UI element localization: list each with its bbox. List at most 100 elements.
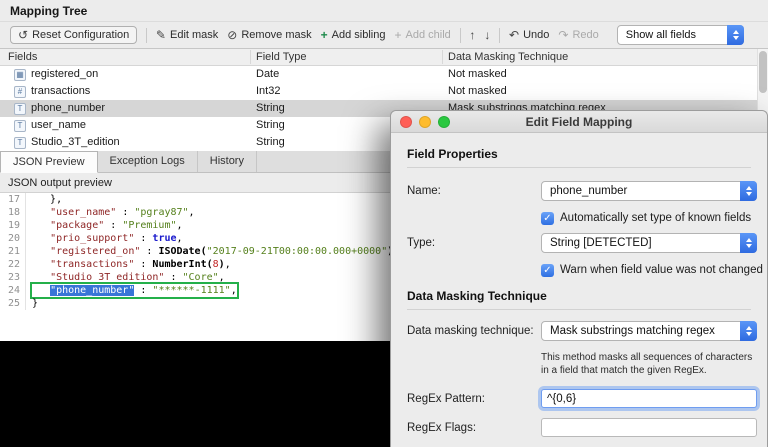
- section-data-masking-technique: Data Masking Technique: [407, 289, 547, 303]
- code-token: "Studio_3T edition": [50, 272, 165, 283]
- column-divider: [442, 50, 443, 64]
- undo-button[interactable]: ↶ Undo: [509, 29, 549, 41]
- type-label: Type:: [407, 237, 436, 249]
- fields-filter-dropdown[interactable]: Show all fields: [616, 25, 745, 45]
- warn-label: Warn when field value was not changed: [560, 264, 763, 276]
- code-content: },: [32, 193, 62, 206]
- close-button[interactable]: [400, 116, 412, 128]
- section-divider: [407, 309, 751, 310]
- add-child-button[interactable]: + Add child: [394, 29, 450, 41]
- redo-icon: ↷: [558, 28, 569, 42]
- line-number: 18: [0, 206, 26, 219]
- combo-stepper[interactable]: [740, 321, 757, 341]
- add-sibling-button[interactable]: + Add sibling: [321, 29, 386, 41]
- move-down-button[interactable]: ↓: [484, 29, 490, 41]
- regex-pattern-input[interactable]: [541, 389, 757, 408]
- technique-value: Mask substrings matching regex: [550, 325, 715, 337]
- code-content: "registered_on" : ISODate("2017-09-21T00…: [32, 245, 399, 258]
- plus-icon: +: [320, 28, 328, 42]
- code-token: "Core": [182, 272, 219, 283]
- redo-button[interactable]: ↷ Redo: [558, 29, 598, 41]
- field-type: Date: [256, 68, 280, 80]
- type-dropdown[interactable]: String [DETECTED]: [541, 233, 757, 253]
- auto-type-checkbox[interactable]: ✓ Automatically set type of known fields: [541, 211, 751, 225]
- name-label: Name:: [407, 185, 441, 197]
- toolbar-separator: [146, 27, 147, 43]
- remove-mask-button[interactable]: ⊘ Remove mask: [227, 29, 311, 41]
- code-content: "transactions" : NumberInt(8),: [32, 258, 231, 271]
- reset-configuration-button[interactable]: ↺ Reset Configuration: [10, 26, 138, 44]
- code-token: :: [134, 233, 153, 244]
- remove-mask-icon: ⊘: [227, 28, 238, 42]
- zoom-button[interactable]: [438, 116, 450, 128]
- field-name: Studio_3T_edition: [31, 136, 120, 148]
- combo-stepper[interactable]: [740, 233, 757, 253]
- code-token: "pgray87": [134, 207, 189, 218]
- dialog-titlebar[interactable]: Edit Field Mapping: [391, 111, 767, 133]
- toolbar-separator: [499, 27, 501, 43]
- field-cell: # transactions: [14, 83, 90, 100]
- line-number: 22: [0, 258, 26, 271]
- column-header-masking-technique: Data Masking Technique: [448, 51, 569, 63]
- code-token: :: [116, 207, 135, 218]
- edit-mask-button[interactable]: ✎ Edit mask: [156, 29, 218, 41]
- chevron-up-icon: [732, 30, 739, 34]
- code-token: ISODate(: [158, 246, 207, 257]
- tab-json-preview[interactable]: JSON Preview: [0, 151, 98, 173]
- add-sibling-label: Add sibling: [331, 29, 386, 41]
- scrollbar-thumb[interactable]: [759, 51, 767, 93]
- section-field-properties: Field Properties: [407, 147, 498, 161]
- code-content: }: [32, 297, 38, 310]
- combo-stepper[interactable]: [740, 181, 757, 201]
- type-value: String [DETECTED]: [550, 237, 652, 249]
- code-content: "prio_support" : true,: [32, 232, 182, 245]
- code-token: :: [134, 259, 153, 270]
- pencil-icon: ✎: [155, 28, 166, 42]
- field-name: transactions: [31, 85, 91, 97]
- dialog-body: Field Properties Name: phone_number ✓ Au…: [391, 133, 767, 447]
- tab-history[interactable]: History: [198, 151, 257, 172]
- table-row-transactions[interactable]: # transactions Int32 Not masked: [0, 83, 768, 100]
- minimize-button[interactable]: [419, 116, 431, 128]
- code-token: "phone_number": [50, 285, 135, 296]
- auto-type-label: Automatically set type of known fields: [560, 212, 752, 224]
- table-row-registered-on[interactable]: ▦ registered_on Date Not masked: [0, 66, 768, 83]
- regex-pattern-label: RegEx Pattern:: [407, 393, 485, 405]
- tab-exception-logs[interactable]: Exception Logs: [98, 151, 198, 172]
- warn-checkbox[interactable]: ✓ Warn when field value was not changed: [541, 263, 763, 277]
- code-token: "2017-09-21T00:00:00.000+0000": [206, 246, 388, 257]
- code-token: :: [134, 285, 153, 296]
- code-token: "package": [50, 220, 105, 231]
- name-combobox[interactable]: phone_number: [541, 181, 757, 201]
- toolbar: ↺ Reset Configuration ✎ Edit mask ⊘ Remo…: [0, 22, 768, 49]
- code-token: "******-1111": [152, 285, 231, 296]
- code-token: "prio_support": [50, 233, 135, 244]
- combo-stepper[interactable]: [727, 25, 745, 45]
- masking-technique: Not masked: [448, 85, 507, 97]
- technique-dropdown[interactable]: Mask substrings matching regex: [541, 321, 757, 341]
- date-type-icon: ▦: [14, 68, 26, 81]
- code-token: NumberInt(: [152, 259, 213, 270]
- arrow-up-icon: ↑: [469, 28, 476, 42]
- code-token: "user_name": [50, 207, 117, 218]
- move-up-button[interactable]: ↑: [469, 29, 475, 41]
- line-number: 21: [0, 245, 26, 258]
- code-token: "Premium": [122, 220, 177, 231]
- add-child-label: Add child: [405, 29, 451, 41]
- column-divider: [250, 50, 251, 64]
- regex-flags-input[interactable]: [541, 418, 757, 437]
- code-token: ,: [224, 259, 231, 270]
- regex-flags-label: RegEx Flags:: [407, 422, 477, 434]
- code-token: ,: [188, 207, 195, 218]
- field-type: String: [256, 136, 285, 148]
- field-cell: T phone_number: [14, 100, 105, 117]
- chevron-up-icon: [745, 186, 752, 190]
- redo-label: Redo: [572, 29, 599, 41]
- code-token: :: [104, 220, 123, 231]
- edit-mask-label: Edit mask: [169, 29, 219, 41]
- chevron-down-icon: [745, 332, 752, 336]
